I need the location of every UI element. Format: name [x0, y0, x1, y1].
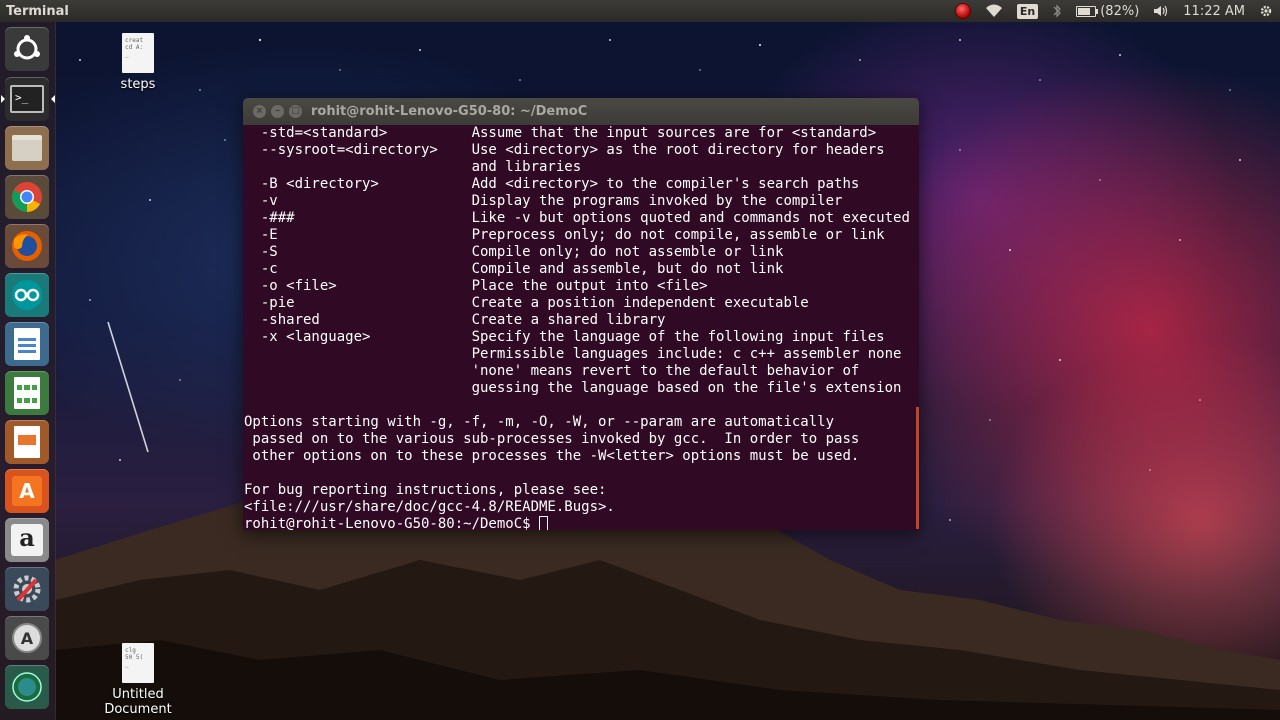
desktop-file-label: steps: [120, 77, 156, 92]
writer-icon: [14, 328, 40, 360]
terminal-line: <file:///usr/share/doc/gcc-4.8/README.Bu…: [244, 499, 615, 515]
terminal-line: -c Compile and assemble, but do not link: [244, 261, 784, 277]
file-preview-line: creat: [125, 37, 144, 44]
bluetooth-icon: [1053, 4, 1062, 18]
impress-icon: [14, 426, 40, 458]
terminal-line: --sysroot=<directory> Use <directory> as…: [244, 142, 885, 158]
terminal-line: Permissible languages include: c c++ ass…: [244, 346, 902, 362]
file-preview-line: _: [125, 51, 129, 58]
launcher-firefox[interactable]: [5, 224, 49, 268]
arduino-icon: [12, 280, 42, 310]
terminal-lines: -std=<standard> Assume that the input so…: [244, 125, 918, 516]
close-icon: ×: [255, 106, 264, 116]
terminal-output[interactable]: -std=<standard> Assume that the input so…: [243, 125, 919, 530]
session-indicator[interactable]: [1252, 0, 1280, 22]
active-app-title: Terminal: [6, 3, 69, 19]
updater-icon: A: [12, 623, 42, 653]
battery-percent: (82%): [1100, 3, 1140, 19]
launcher-dash-home[interactable]: [5, 27, 49, 71]
desktop-file-untitled-document[interactable]: clg 50 5( _ Untitled Document: [78, 643, 198, 717]
terminal-line: -B <directory> Add <directory> to the co…: [244, 176, 860, 192]
launcher-calc[interactable]: [5, 371, 49, 415]
terminal-line: -### Like -v but options quoted and comm…: [244, 210, 910, 226]
amazon-icon: a: [11, 524, 43, 556]
battery-icon: [1076, 5, 1099, 17]
terminal-line: -x <language> Specify the language of th…: [244, 329, 885, 345]
bluetooth-indicator[interactable]: [1045, 0, 1069, 22]
file-preview-line: _: [125, 661, 129, 668]
indicator-area: En (82%) 11:22 AM: [948, 0, 1280, 22]
terminal-line: For bug reporting instructions, please s…: [244, 482, 607, 498]
network-indicator[interactable]: [978, 0, 1010, 22]
terminal-line: Options starting with -g, -f, -m, -O, -W…: [244, 414, 835, 430]
close-button[interactable]: ×: [253, 105, 266, 118]
terminal-line: -pie Create a position independent execu…: [244, 295, 809, 311]
text-cursor: [539, 516, 549, 530]
volume-icon: [1154, 5, 1168, 17]
chrome-icon: [12, 182, 42, 212]
terminal-prompt-line[interactable]: rohit@rohit-Lenovo-G50-80:~/DemoC$: [244, 516, 918, 530]
terminal-line: -shared Create a shared library: [244, 312, 666, 328]
launcher-impress[interactable]: [5, 420, 49, 464]
clock[interactable]: 11:22 AM: [1176, 0, 1252, 22]
record-indicator[interactable]: [948, 0, 978, 22]
terminal-line: -S Compile only; do not assemble or link: [244, 244, 784, 260]
settings-icon: [13, 575, 41, 603]
launcher-writer[interactable]: [5, 322, 49, 366]
desktop-file-label: Untitled Document: [104, 687, 172, 717]
terminal-line: -v Display the programs invoked by the c…: [244, 193, 843, 209]
launcher-software-center[interactable]: A: [5, 469, 49, 513]
launcher-amazon[interactable]: a: [5, 518, 49, 562]
terminal-scrollbar[interactable]: [916, 407, 919, 529]
file-preview-line: cd A:: [125, 44, 144, 51]
terminal-titlebar[interactable]: × – □ rohit@rohit-Lenovo-G50-80: ~/DemoC: [243, 98, 919, 125]
terminal-icon: >_: [10, 85, 44, 113]
software-center-icon: A: [12, 476, 42, 506]
terminal-line: -o <file> Place the output into <file>: [244, 278, 708, 294]
svg-text:A: A: [21, 629, 34, 648]
terminal-line: passed on to the various sub-processes i…: [244, 431, 860, 447]
minimize-button[interactable]: –: [271, 105, 284, 118]
terminal-window[interactable]: × – □ rohit@rohit-Lenovo-G50-80: ~/DemoC…: [243, 98, 919, 530]
terminal-line: other options on to these processes the …: [244, 448, 860, 464]
keyboard-indicator[interactable]: En: [1010, 0, 1045, 22]
launcher: >_ A a A: [0, 22, 56, 720]
top-panel: Terminal En (82%) 11:22 AM: [0, 0, 1280, 22]
gear-icon: [1260, 5, 1272, 17]
terminal-line: guessing the language based on the file'…: [244, 380, 902, 396]
text-file-icon: creat cd A: _: [122, 33, 154, 73]
terminal-line: -std=<standard> Assume that the input so…: [244, 125, 877, 141]
battery-indicator[interactable]: (82%): [1069, 0, 1146, 22]
launcher-terminal[interactable]: >_: [1, 77, 55, 121]
minimize-icon: –: [275, 106, 280, 116]
terminal-line: 'none' means revert to the default behav…: [244, 363, 860, 379]
language-label: En: [1016, 3, 1039, 19]
firefox-icon: [12, 231, 42, 261]
sound-indicator[interactable]: [1146, 0, 1176, 22]
shell-prompt: rohit@rohit-Lenovo-G50-80:~/DemoC$: [244, 516, 540, 530]
terminal-line: and libraries: [244, 159, 582, 175]
desktop-file-steps[interactable]: creat cd A: _ steps: [78, 33, 198, 92]
workspace-icon: [12, 672, 42, 702]
launcher-system-settings[interactable]: [5, 567, 49, 611]
record-icon: [954, 3, 971, 19]
wifi-icon: [985, 4, 1002, 17]
terminal-line: -E Preprocess only; do not compile, asse…: [244, 227, 885, 243]
terminal-title: rohit@rohit-Lenovo-G50-80: ~/DemoC: [311, 104, 588, 119]
launcher-chrome[interactable]: [5, 175, 49, 219]
maximize-icon: □: [291, 106, 300, 116]
launcher-arduino[interactable]: [5, 273, 49, 317]
maximize-button[interactable]: □: [289, 105, 302, 118]
ubuntu-logo-icon: [14, 35, 40, 60]
launcher-files[interactable]: [5, 126, 49, 170]
file-preview-line: 50 5(: [125, 654, 144, 661]
calc-icon: [14, 377, 40, 409]
text-file-icon: clg 50 5( _: [122, 643, 154, 683]
launcher-workspace-switcher[interactable]: [5, 665, 49, 709]
file-preview-line: clg: [125, 647, 136, 654]
launcher-software-updater[interactable]: A: [5, 616, 49, 660]
file-manager-icon: [12, 135, 42, 161]
